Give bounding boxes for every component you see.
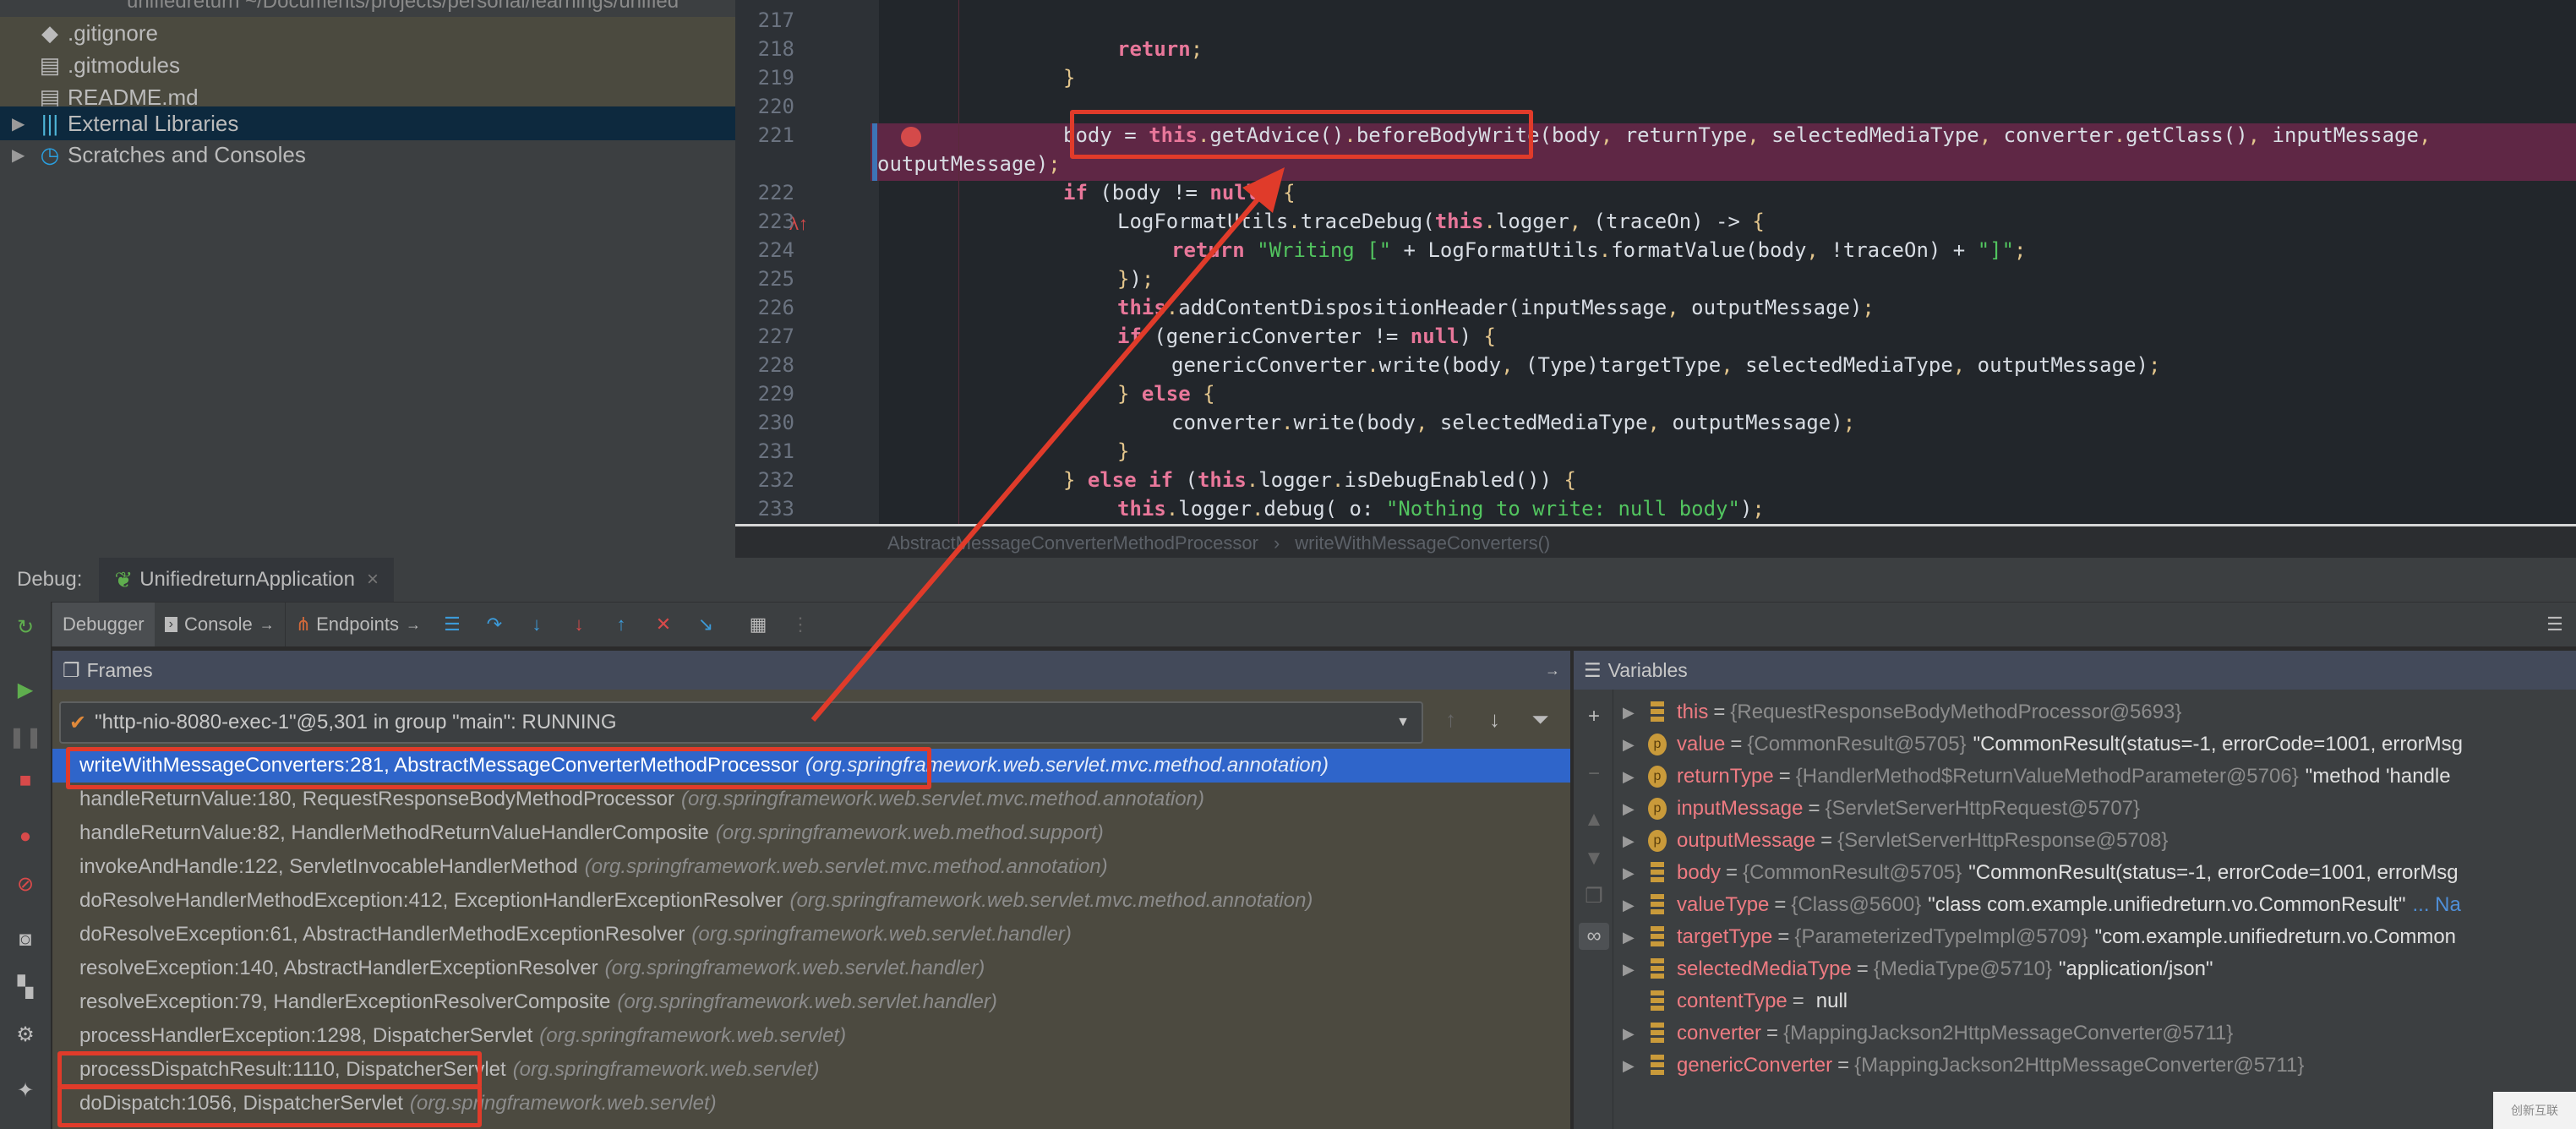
watermark-text: 创新互联 (2511, 1104, 2558, 1117)
annotation-arrow (810, 167, 1285, 722)
arrow-line (810, 186, 1270, 722)
watermark-logo: 创新互联 (2493, 1092, 2576, 1129)
